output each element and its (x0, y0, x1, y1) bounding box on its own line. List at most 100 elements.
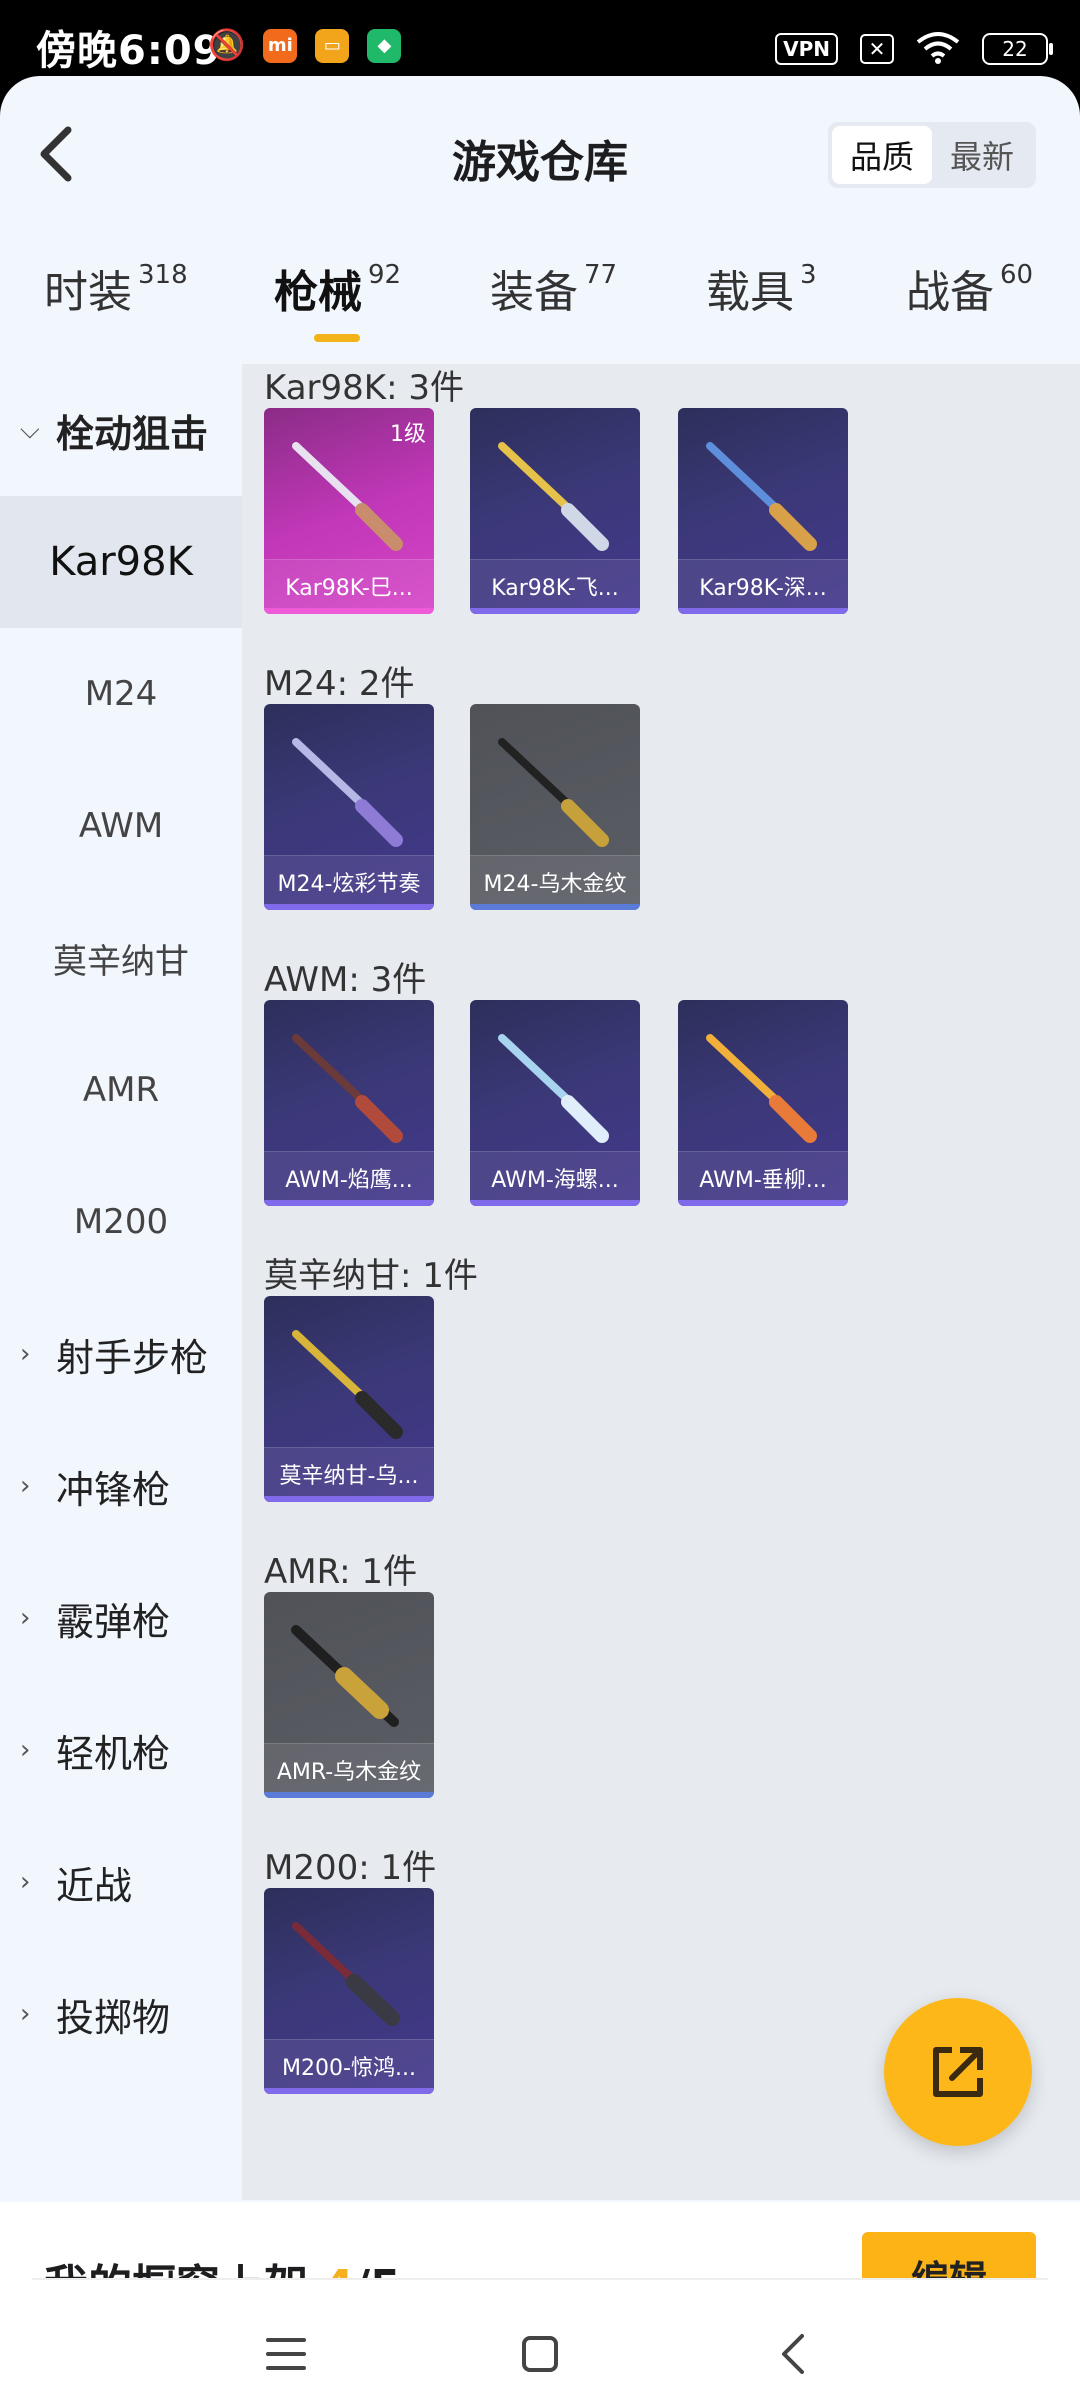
menu-icon (266, 2338, 306, 2370)
skin-card[interactable]: Kar98K-深... (678, 408, 848, 614)
weapon-skin-grid: Kar98K: 3件 1级 Kar98K-巳... Kar98K-飞... Ka… (242, 364, 1080, 2200)
sidebar-item-amr[interactable]: AMR (0, 1024, 242, 1156)
rifle-icon (706, 1034, 817, 1143)
tab-label: 载具 (706, 267, 794, 318)
app-surface: 游戏仓库 品质 最新 时装 318 枪械 92 装备 77 载具 3 战备 60 (0, 76, 1080, 2408)
tab-firearms[interactable]: 枪械 92 (274, 256, 401, 366)
nav-home-button[interactable] (510, 2324, 570, 2384)
skin-card[interactable]: AWM-垂柳... (678, 1000, 848, 1206)
nav-menu-button[interactable] (256, 2324, 316, 2384)
sidebar-group-bolt-action[interactable]: ⌵ 栓动狙击 (0, 364, 242, 496)
tab-vehicles[interactable]: 载具 3 (706, 256, 817, 366)
skin-card[interactable]: AMR-乌木金纹 (264, 1592, 434, 1798)
sidebar-item-m200[interactable]: M200 (0, 1156, 242, 1288)
tab-label: 战备 (906, 267, 994, 318)
mute-icon: 🔕 (208, 28, 246, 63)
home-square-icon (522, 2336, 558, 2372)
share-button[interactable] (884, 1998, 1032, 2146)
skin-card[interactable]: M24-乌木金纹 (470, 704, 640, 910)
sidebar-group-lmg[interactable]: › 轻机枪 (0, 1684, 242, 1816)
tab-count: 92 (368, 260, 402, 290)
sidebar-group-label: 射手步枪 (56, 1335, 209, 1380)
tab-count: 318 (138, 260, 188, 290)
status-bar: 傍晚6:09 🔕 mi ▭ ◆ VPN ✕ 22 (0, 0, 1080, 78)
sidebar-group-shotgun[interactable]: › 霰弹枪 (0, 1552, 242, 1684)
sort-option-latest[interactable]: 最新 (932, 126, 1032, 184)
skin-name: Kar98K-巳... (285, 576, 413, 601)
tab-combat-gear[interactable]: 战备 60 (906, 256, 1033, 366)
rifle-icon (292, 738, 403, 847)
sidebar-group-throwables[interactable]: › 投掷物 (0, 1948, 242, 2080)
section-title: M200: 1件 (264, 1848, 437, 1888)
sort-toggle: 品质 最新 (827, 122, 1036, 188)
sort-option-quality[interactable]: 品质 (831, 126, 932, 184)
skin-card[interactable]: M200-惊鸿... (264, 1888, 434, 2094)
sidebar-group-label: 冲锋枪 (56, 1467, 171, 1512)
skin-name: M24-炫彩节奏 (277, 872, 421, 897)
vpn-icon: VPN (775, 33, 838, 65)
chevron-right-icon: › (20, 1999, 31, 2029)
weapon-sidebar: ⌵ 栓动狙击 Kar98K M24 AWM 莫辛纳甘 AMR M200 › 射手… (0, 364, 242, 2124)
chevron-down-icon: ⌵ (20, 414, 40, 445)
tab-equipment[interactable]: 装备 77 (490, 256, 617, 366)
sidebar-group-marksman[interactable]: › 射手步枪 (0, 1288, 242, 1420)
tab-fashion[interactable]: 时装 318 (44, 256, 188, 366)
chevron-right-icon: › (20, 1339, 31, 1369)
rarity-bar (470, 608, 640, 614)
system-nav-bar (0, 2280, 1080, 2408)
skin-level: 1级 (390, 422, 426, 447)
rarity-bar (678, 1200, 848, 1206)
rarity-bar (470, 1200, 640, 1206)
sidebar-group-label: 轻机枪 (56, 1731, 171, 1776)
rarity-bar (678, 608, 848, 614)
sidebar-item-awm[interactable]: AWM (0, 760, 242, 892)
sidebar-item-m24[interactable]: M24 (0, 628, 242, 760)
skin-name: 莫辛纳甘-乌... (279, 1464, 419, 1489)
rifle-icon (498, 1034, 609, 1143)
rarity-bar (264, 608, 434, 614)
skin-card[interactable]: AWM-焰鹰... (264, 1000, 434, 1206)
skin-card[interactable]: AWM-海螺... (470, 1000, 640, 1206)
skin-card[interactable]: 莫辛纳甘-乌... (264, 1296, 434, 1502)
section-title: Kar98K: 3件 (264, 368, 464, 408)
back-chevron-icon (782, 2334, 804, 2374)
skin-name: AWM-焰鹰... (285, 1168, 413, 1193)
tab-count: 3 (800, 260, 817, 290)
rifle-icon (498, 738, 609, 847)
rarity-bar (264, 904, 434, 910)
skin-name: Kar98K-深... (699, 576, 827, 601)
rarity-bar (470, 904, 640, 910)
nav-back-button[interactable] (764, 2324, 824, 2384)
skin-name: AWM-垂柳... (699, 1168, 827, 1193)
status-notification-icons: 🔕 mi ▭ ◆ (208, 28, 402, 63)
skin-card[interactable]: Kar98K-飞... (470, 408, 640, 614)
battery-icon: 22 (982, 33, 1053, 65)
sidebar-item-mosin[interactable]: 莫辛纳甘 (0, 892, 242, 1024)
share-external-icon (933, 2047, 983, 2097)
rarity-bar (264, 2088, 434, 2094)
security-app-icon: ◆ (367, 28, 402, 63)
skin-name: Kar98K-飞... (491, 576, 619, 601)
wifi-icon (916, 30, 960, 68)
skin-card[interactable]: 1级 Kar98K-巳... (264, 408, 434, 614)
sidebar-group-melee[interactable]: › 近战 (0, 1816, 242, 1948)
mi-app-icon: mi (263, 28, 298, 63)
sidebar-group-smg[interactable]: › 冲锋枪 (0, 1420, 242, 1552)
rarity-bar (264, 1496, 434, 1502)
category-tabs: 时装 318 枪械 92 装备 77 载具 3 战备 60 (0, 256, 1080, 366)
chevron-right-icon: › (20, 1867, 31, 1897)
sidebar-group-label: 近战 (56, 1863, 133, 1908)
skin-card[interactable]: M24-炫彩节奏 (264, 704, 434, 910)
rifle-icon (292, 1330, 403, 1439)
no-sim-icon: ✕ (860, 34, 894, 64)
section-title: M24: 2件 (264, 664, 415, 704)
sidebar-group-label: 霰弹枪 (56, 1599, 171, 1644)
notes-app-icon: ▭ (315, 28, 350, 63)
status-system-icons: VPN ✕ 22 (775, 30, 1053, 68)
tab-count: 60 (1000, 260, 1034, 290)
chevron-right-icon: › (20, 1603, 31, 1633)
section-title: 莫辛纳甘: 1件 (264, 1256, 478, 1296)
sidebar-item-kar98k[interactable]: Kar98K (0, 496, 242, 628)
rarity-bar (264, 1200, 434, 1206)
tab-label: 时装 (44, 267, 132, 318)
